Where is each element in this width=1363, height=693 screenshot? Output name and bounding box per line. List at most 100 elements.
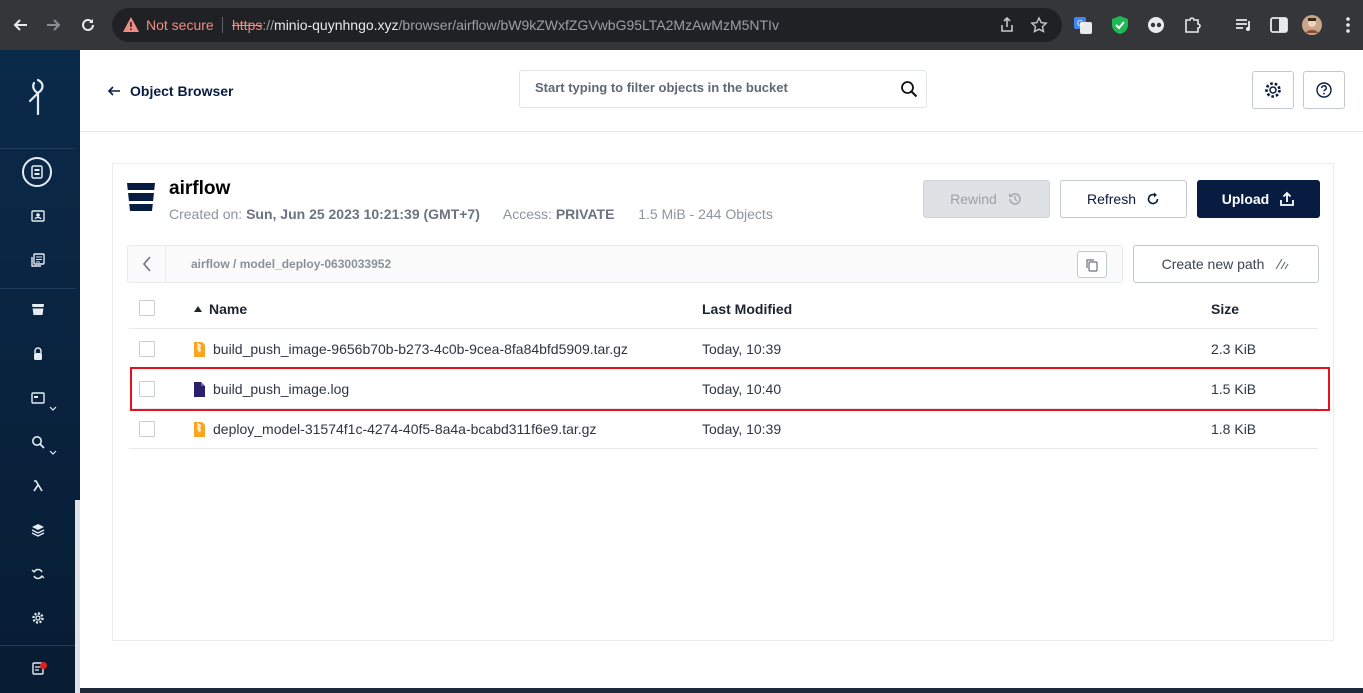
sidebar-item-object-browser[interactable] (22, 157, 52, 187)
bucket-icon (127, 183, 155, 211)
breadcrumb-back-button[interactable] (128, 246, 166, 282)
chevron-down-icon[interactable] (49, 449, 57, 457)
refresh-button[interactable]: Refresh (1060, 180, 1187, 218)
sidebar-item-monitoring[interactable] (27, 387, 49, 409)
rewind-button[interactable]: Rewind (923, 180, 1050, 218)
column-header-modified[interactable]: Last Modified (702, 301, 792, 317)
url-host: minio-quynhngo.xyz (274, 17, 399, 33)
file-size: 2.3 KiB (1211, 341, 1257, 357)
table-row[interactable]: build_push_image-9656b70b-b273-4c0b-9cea… (129, 329, 1318, 369)
minio-logo-icon[interactable] (24, 78, 54, 116)
help-button[interactable] (1303, 71, 1345, 109)
breadcrumb-folder[interactable]: model_deploy-0630033952 (240, 257, 391, 271)
lock-icon (34, 347, 42, 360)
documents-icon (31, 253, 45, 267)
object-browser-back-link[interactable]: Object Browser (108, 83, 233, 99)
access-label: Access: (502, 206, 552, 222)
security-label[interactable]: Not secure (146, 17, 214, 33)
sidebar-item-inspect[interactable] (27, 431, 49, 453)
sidebar-divider (0, 148, 75, 149)
table-header: Name Last Modified Size (129, 288, 1318, 329)
sidebar-item-identity[interactable] (27, 205, 49, 227)
chevron-left-icon (142, 256, 151, 272)
settings-button[interactable] (1252, 71, 1294, 109)
sidebar-item-settings[interactable] (27, 607, 49, 629)
sidebar-scroll-strip (75, 500, 80, 693)
url-path: /browser/airflow/bW9kZWxfZGVwbG95LTA2MzA… (398, 17, 779, 33)
bottom-edge (80, 688, 1363, 693)
file-name[interactable]: build_push_image-9656b70b-b273-4c0b-9cea… (213, 341, 628, 357)
upload-button[interactable]: Upload (1197, 180, 1320, 218)
created-value: Sun, Jun 25 2023 10:21:39 (GMT+7) (246, 206, 480, 222)
puzzle-extension-icon[interactable] (1182, 15, 1202, 35)
sidebar (0, 50, 80, 693)
refresh-label: Refresh (1086, 191, 1137, 207)
bucket-icon (32, 304, 44, 315)
file-name[interactable]: deploy_model-31574f1c-4274-40f5-8a4a-bca… (213, 421, 596, 437)
identity-icon (31, 210, 45, 222)
search-icon[interactable] (900, 80, 918, 98)
breadcrumb-separator: / (233, 257, 237, 271)
reload-icon[interactable] (76, 13, 100, 37)
table-row[interactable]: deploy_model-31574f1c-4274-40f5-8a4a-bca… (129, 409, 1318, 449)
star-icon[interactable] (1030, 16, 1048, 34)
buckets-icon (31, 165, 43, 179)
bucket-usage: 1.5 MiB - 244 Objects (638, 206, 773, 222)
sidebar-divider (0, 645, 75, 646)
file-modified: Today, 10:39 (702, 421, 782, 437)
column-header-size[interactable]: Size (1211, 301, 1239, 317)
object-filter-search[interactable] (519, 70, 927, 108)
media-queue-icon[interactable] (1234, 15, 1254, 35)
bucket-title: airflow (169, 178, 231, 199)
create-new-path-button[interactable]: Create new path (1133, 245, 1319, 283)
translate-extension-icon[interactable]: G (1073, 15, 1093, 35)
breadcrumb-path: airflow / model_deploy-0630033952 (191, 257, 391, 271)
sort-up-icon (194, 306, 202, 312)
sidebar-item-events[interactable] (27, 475, 49, 497)
sidebar-item-tiers[interactable] (27, 519, 49, 541)
row-checkbox[interactable] (139, 341, 155, 357)
notification-dot (40, 662, 47, 669)
access-value: PRIVATE (555, 206, 615, 222)
sidebar-item-documents[interactable] (27, 249, 49, 271)
breadcrumb: airflow / model_deploy-0630033952 (127, 245, 1123, 283)
row-checkbox[interactable] (139, 421, 155, 437)
refresh-icon (1147, 192, 1159, 205)
search-icon (32, 436, 45, 449)
sidebar-item-buckets[interactable] (27, 298, 49, 320)
selected-row-highlight (130, 367, 1330, 411)
upload-icon (1280, 191, 1295, 206)
search-input[interactable] (535, 80, 885, 95)
gear-icon (1265, 82, 1281, 98)
sync-icon (31, 568, 45, 580)
omnibox-divider (222, 17, 223, 33)
rewind-label: Rewind (950, 191, 997, 207)
column-name-label: Name (209, 301, 248, 317)
share-icon[interactable] (998, 16, 1016, 34)
column-header-name[interactable]: Name (193, 301, 247, 317)
back-arrow-icon[interactable] (8, 13, 32, 37)
file-modified: Today, 10:39 (702, 341, 782, 357)
forward-arrow-icon[interactable] (42, 13, 66, 37)
avatar[interactable] (1302, 15, 1322, 35)
new-path-icon (1275, 258, 1289, 270)
address-bar[interactable]: Not secure https://minio-quynhngo.xyz/br… (112, 8, 1062, 42)
page-header: Object Browser (80, 50, 1363, 132)
back-arrow-icon (108, 86, 120, 96)
sidebar-item-security[interactable] (27, 343, 49, 365)
svg-text:G: G (1077, 19, 1083, 28)
shield-extension-icon[interactable] (1110, 15, 1130, 35)
monitoring-icon (31, 392, 45, 404)
select-all-checkbox[interactable] (139, 300, 155, 316)
archive-file-icon (194, 422, 205, 437)
bucket-meta: Created on: Sun, Jun 25 2023 10:21:39 (G… (169, 206, 773, 222)
upload-label: Upload (1221, 191, 1270, 207)
eye-extension-icon[interactable] (1146, 15, 1166, 35)
side-panel-icon[interactable] (1269, 15, 1289, 35)
breadcrumb-bucket[interactable]: airflow (191, 257, 230, 271)
sidebar-item-replication[interactable] (27, 563, 49, 585)
more-menu-icon[interactable] (1338, 15, 1358, 35)
copy-path-button[interactable] (1077, 251, 1107, 278)
chevron-down-icon[interactable] (49, 405, 57, 413)
url-text[interactable]: https://minio-quynhngo.xyz/browser/airfl… (232, 17, 779, 33)
